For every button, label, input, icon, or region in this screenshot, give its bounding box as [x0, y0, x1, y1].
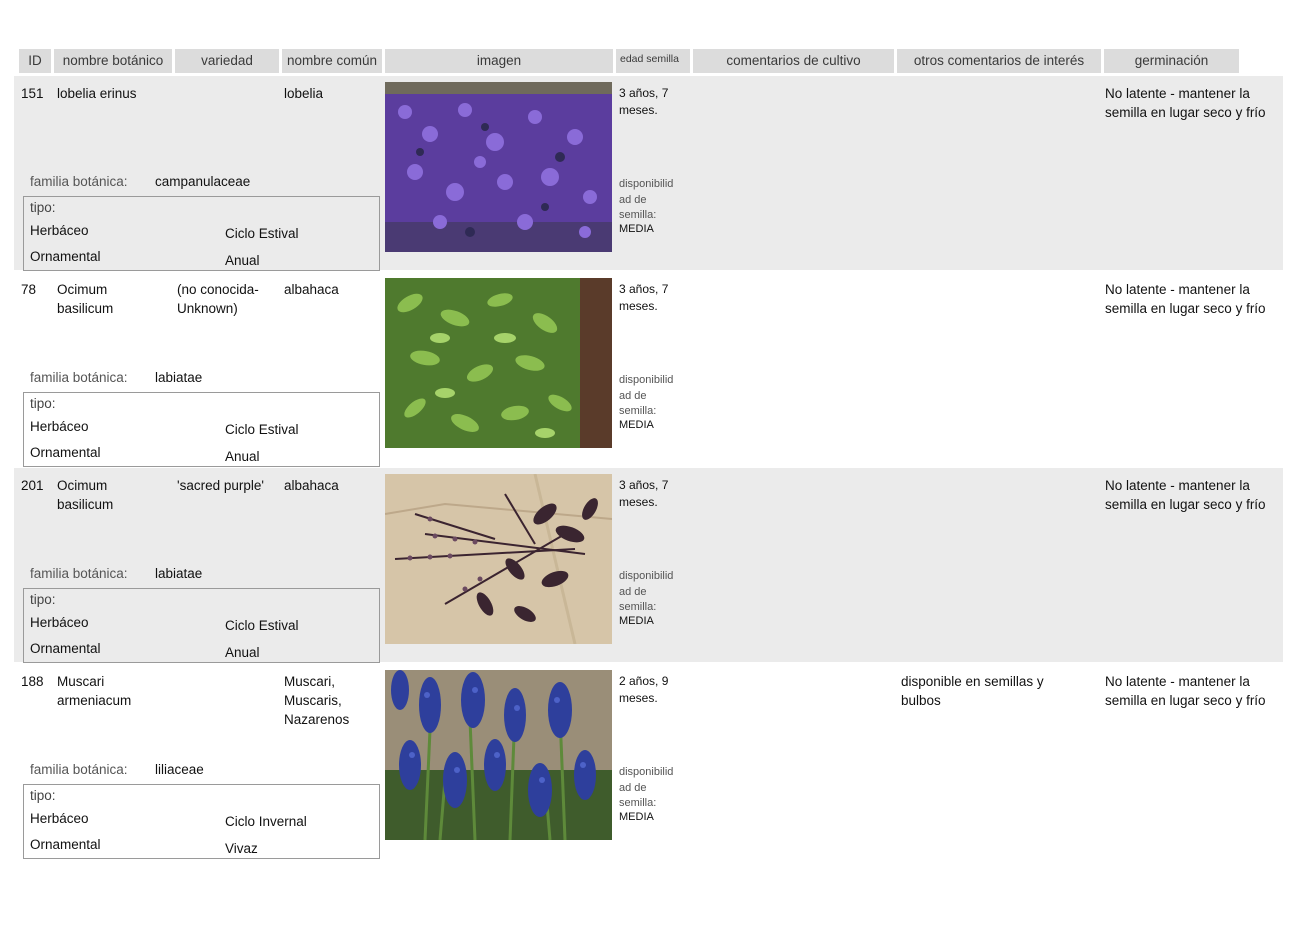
- familia-label: familia botánica:: [30, 566, 128, 581]
- row-variedad: 'sacred purple': [177, 478, 264, 493]
- otros-comentarios: disponible en semillas y bulbos: [901, 674, 1044, 708]
- tipo-uso: Ornamental: [30, 249, 101, 264]
- tipo-ciclo: Ciclo Estival: [225, 618, 299, 633]
- tipo-uso: Ornamental: [30, 445, 101, 460]
- table-row: 78 Ocimum basilicum (no conocida- Unknow…: [14, 272, 1283, 467]
- disponibilidad-value: MEDIA: [619, 419, 654, 431]
- header-otros-comentarios: otros comentarios de interés: [897, 49, 1101, 73]
- disponibilidad-value: MEDIA: [619, 811, 654, 823]
- tipo-box: tipo: Herbáceo Ornamental Ciclo Estival …: [23, 196, 380, 271]
- row-nombre-botanico: Ocimum basilicum: [57, 282, 114, 316]
- tipo-duracion: Anual: [225, 253, 260, 268]
- table-row: 151 lobelia erinus lobelia familia botán…: [14, 76, 1283, 271]
- plant-photo-albahaca: [385, 278, 612, 448]
- tipo-box: tipo: Herbáceo Ornamental Ciclo Estival …: [23, 392, 380, 467]
- header-nombre-botanico: nombre botánico: [54, 49, 172, 73]
- edad-semilla: 3 años, 7 meses.: [619, 282, 669, 313]
- familia-value: liliaceae: [155, 762, 204, 777]
- tipo-uso: Ornamental: [30, 641, 101, 656]
- row-nombre-comun: lobelia: [284, 86, 324, 101]
- row-nombre-comun: albahaca: [284, 478, 339, 493]
- table-row: 201 Ocimum basilicum 'sacred purple' alb…: [14, 468, 1283, 663]
- row-nombre-comun: albahaca: [284, 282, 339, 297]
- row-id: 151: [21, 86, 44, 101]
- header-germinacion: germinación: [1104, 49, 1239, 73]
- tipo-duracion: Anual: [225, 645, 260, 660]
- disponibilidad-value: MEDIA: [619, 223, 654, 235]
- disponibilidad-label: disponibilid ad de semilla:: [619, 766, 674, 809]
- tipo-duracion: Anual: [225, 449, 260, 464]
- edad-semilla: 3 años, 7 meses.: [619, 478, 669, 509]
- plant-photo-lobelia: [385, 82, 612, 252]
- edad-semilla: 3 años, 7 meses.: [619, 86, 669, 117]
- disponibilidad-value: MEDIA: [619, 615, 654, 627]
- plant-photo-muscari: [385, 670, 612, 840]
- header-edad-semilla: edad semilla: [616, 49, 690, 73]
- germinacion: No latente - mantener la semilla en luga…: [1105, 282, 1266, 316]
- row-id: 201: [21, 478, 44, 493]
- tipo-habito: Herbáceo: [30, 419, 89, 434]
- tipo-label: tipo:: [30, 592, 56, 607]
- germinacion: No latente - mantener la semilla en luga…: [1105, 674, 1266, 708]
- row-nombre-comun: Muscari, Muscaris, Nazarenos: [284, 674, 350, 727]
- familia-label: familia botánica:: [30, 370, 128, 385]
- familia-value: campanulaceae: [155, 174, 251, 189]
- header-variedad: variedad: [175, 49, 279, 73]
- disponibilidad-label: disponibilid ad de semilla:: [619, 178, 674, 221]
- header-comentarios-cultivo: comentarios de cultivo: [693, 49, 894, 73]
- familia-value: labiatae: [155, 566, 203, 581]
- disponibilidad-label: disponibilid ad de semilla:: [619, 570, 674, 613]
- tipo-duracion: Vivaz: [225, 841, 258, 856]
- row-id: 78: [21, 282, 37, 297]
- header-nombre-comun: nombre común: [282, 49, 382, 73]
- row-nombre-botanico: Ocimum basilicum: [57, 478, 114, 512]
- row-variedad: (no conocida- Unknown): [177, 282, 259, 316]
- tipo-habito: Herbáceo: [30, 223, 89, 238]
- tipo-uso: Ornamental: [30, 837, 101, 852]
- germinacion: No latente - mantener la semilla en luga…: [1105, 478, 1266, 512]
- tipo-box: tipo: Herbáceo Ornamental Ciclo Invernal…: [23, 784, 380, 859]
- familia-label: familia botánica:: [30, 762, 128, 777]
- table-row: 188 Muscari armeniacum Muscari, Muscaris…: [14, 664, 1283, 859]
- tipo-ciclo: Ciclo Invernal: [225, 814, 307, 829]
- header-imagen: imagen: [385, 49, 613, 73]
- disponibilidad-label: disponibilid ad de semilla:: [619, 374, 674, 417]
- tipo-habito: Herbáceo: [30, 615, 89, 630]
- header-id: ID: [19, 49, 51, 73]
- tipo-box: tipo: Herbáceo Ornamental Ciclo Estival …: [23, 588, 380, 663]
- familia-value: labiatae: [155, 370, 203, 385]
- row-id: 188: [21, 674, 44, 689]
- tipo-label: tipo:: [30, 200, 56, 215]
- tipo-label: tipo:: [30, 396, 56, 411]
- tipo-ciclo: Ciclo Estival: [225, 422, 299, 437]
- row-nombre-botanico: lobelia erinus: [57, 86, 137, 101]
- row-nombre-botanico: Muscari armeniacum: [57, 674, 132, 708]
- familia-label: familia botánica:: [30, 174, 128, 189]
- tipo-ciclo: Ciclo Estival: [225, 226, 299, 241]
- edad-semilla: 2 años, 9 meses.: [619, 674, 669, 705]
- tipo-label: tipo:: [30, 788, 56, 803]
- tipo-habito: Herbáceo: [30, 811, 89, 826]
- germinacion: No latente - mantener la semilla en luga…: [1105, 86, 1266, 120]
- plant-photo-sacred-purple: [385, 474, 612, 644]
